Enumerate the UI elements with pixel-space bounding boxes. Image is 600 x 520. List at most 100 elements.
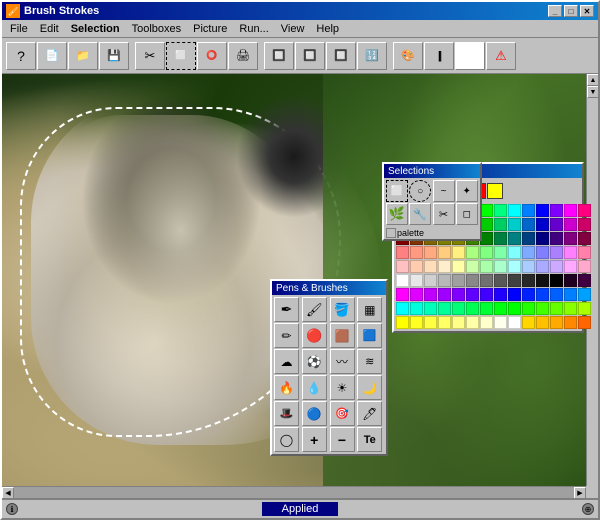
sel-leaf[interactable]: 🌿 [386, 203, 408, 225]
color-cell-120[interactable] [508, 316, 521, 329]
color-cell-105[interactable] [494, 302, 507, 315]
scroll-right-button[interactable]: ▶ [574, 487, 586, 498]
close-button[interactable]: ✕ [580, 5, 594, 17]
sel-wand[interactable]: 🔧 [409, 203, 431, 225]
minimize-button[interactable]: _ [548, 5, 562, 17]
color-cell-74[interactable] [452, 274, 465, 287]
tool-wave[interactable]: ≋ [357, 349, 382, 374]
color-cell-67[interactable] [550, 260, 563, 273]
toolbar-help[interactable]: ? [6, 42, 36, 70]
color-cell-101[interactable] [438, 302, 451, 315]
toolbar-save[interactable]: 💾 [99, 42, 129, 70]
color-cell-125[interactable] [578, 316, 591, 329]
color-cell-47[interactable] [466, 246, 479, 259]
tool-bucket[interactable]: 🪣 [330, 297, 355, 322]
color-cell-117[interactable] [466, 316, 479, 329]
color-cell-97[interactable] [578, 288, 591, 301]
color-cell-100[interactable] [424, 302, 437, 315]
color-cell-50[interactable] [508, 246, 521, 259]
tool-hat[interactable]: 🎩 [274, 401, 299, 426]
color-cell-54[interactable] [564, 246, 577, 259]
color-cell-93[interactable] [522, 288, 535, 301]
toolbar-select-ellipse[interactable]: ⭕ [197, 42, 227, 70]
color-cell-11[interactable] [550, 204, 563, 217]
color-cell-68[interactable] [564, 260, 577, 273]
tool-brush2[interactable]: 🖊 [357, 401, 382, 426]
color-cell-83[interactable] [578, 274, 591, 287]
color-cell-37[interactable] [522, 232, 535, 245]
color-cell-38[interactable] [536, 232, 549, 245]
color-cell-62[interactable] [480, 260, 493, 273]
color-cell-104[interactable] [480, 302, 493, 315]
color-cell-26[interactable] [564, 218, 577, 231]
sel-rect[interactable]: ⬜ [386, 180, 408, 202]
toolbar-open[interactable]: 📁 [68, 42, 98, 70]
color-cell-89[interactable] [466, 288, 479, 301]
color-cell-39[interactable] [550, 232, 563, 245]
toolbar-warning[interactable]: ⚠ [486, 42, 516, 70]
color-cell-112[interactable] [396, 316, 409, 329]
color-cell-61[interactable] [466, 260, 479, 273]
color-cell-58[interactable] [424, 260, 437, 273]
color-cell-92[interactable] [508, 288, 521, 301]
scroll-up-button[interactable]: ▲ [587, 74, 598, 86]
color-cell-99[interactable] [410, 302, 423, 315]
tool-minus[interactable]: − [330, 427, 355, 452]
sel-ellipse[interactable]: ○ [409, 180, 431, 202]
color-cell-40[interactable] [564, 232, 577, 245]
menu-toolboxes[interactable]: Toolboxes [126, 21, 188, 37]
color-cell-56[interactable] [396, 260, 409, 273]
color-cell-13[interactable] [578, 204, 591, 217]
color-cell-75[interactable] [466, 274, 479, 287]
tool-flatten[interactable]: 〰 [330, 349, 355, 374]
menu-selection[interactable]: Selection [65, 21, 126, 37]
color-cell-79[interactable] [522, 274, 535, 287]
menu-file[interactable]: File [4, 21, 34, 37]
tool-pen[interactable]: ✒ [274, 297, 299, 322]
color-cell-60[interactable] [452, 260, 465, 273]
color-cell-124[interactable] [564, 316, 577, 329]
color-cell-110[interactable] [564, 302, 577, 315]
color-cell-119[interactable] [494, 316, 507, 329]
color-cell-86[interactable] [424, 288, 437, 301]
color-cell-55[interactable] [578, 246, 591, 259]
color-cell-53[interactable] [550, 246, 563, 259]
tool-eraser2[interactable]: 🔴 [302, 323, 327, 348]
tool-text[interactable]: Te [357, 427, 382, 452]
color-cell-64[interactable] [508, 260, 521, 273]
color-cell-10[interactable] [536, 204, 549, 217]
color-cell-22[interactable] [508, 218, 521, 231]
color-cell-77[interactable] [494, 274, 507, 287]
color-cell-108[interactable] [536, 302, 549, 315]
color-cell-21[interactable] [494, 218, 507, 231]
toolbar-palette[interactable]: 🎨 [393, 42, 423, 70]
color-cell-8[interactable] [508, 204, 521, 217]
tool-plus[interactable]: + [302, 427, 327, 452]
toolbar-b3[interactable]: 🔲 [326, 42, 356, 70]
color-cell-94[interactable] [536, 288, 549, 301]
toolbar-select-rect[interactable]: ⬜ [166, 42, 196, 70]
tool-fire[interactable]: 🔥 [274, 375, 299, 400]
color-cell-52[interactable] [536, 246, 549, 259]
toolbar-bars[interactable]: ||| [424, 42, 454, 70]
color-cell-25[interactable] [550, 218, 563, 231]
color-cell-51[interactable] [522, 246, 535, 259]
color-cell-106[interactable] [508, 302, 521, 315]
color-cell-59[interactable] [438, 260, 451, 273]
color-cell-63[interactable] [494, 260, 507, 273]
sel-freehand[interactable]: ~ [433, 180, 455, 202]
maximize-button[interactable]: □ [564, 5, 578, 17]
color-cell-45[interactable] [438, 246, 451, 259]
color-cell-90[interactable] [480, 288, 493, 301]
sel-eraser[interactable]: ◻ [456, 203, 478, 225]
toolbar-white[interactable] [455, 42, 485, 70]
tool-drop[interactable]: 💧 [302, 375, 327, 400]
color-cell-72[interactable] [424, 274, 437, 287]
color-cell-118[interactable] [480, 316, 493, 329]
color-cell-43[interactable] [410, 246, 423, 259]
tool-circle[interactable]: ⚽ [302, 349, 327, 374]
color-cell-85[interactable] [410, 288, 423, 301]
color-cell-96[interactable] [564, 288, 577, 301]
tool-smudge[interactable]: ☁ [274, 349, 299, 374]
color-cell-91[interactable] [494, 288, 507, 301]
